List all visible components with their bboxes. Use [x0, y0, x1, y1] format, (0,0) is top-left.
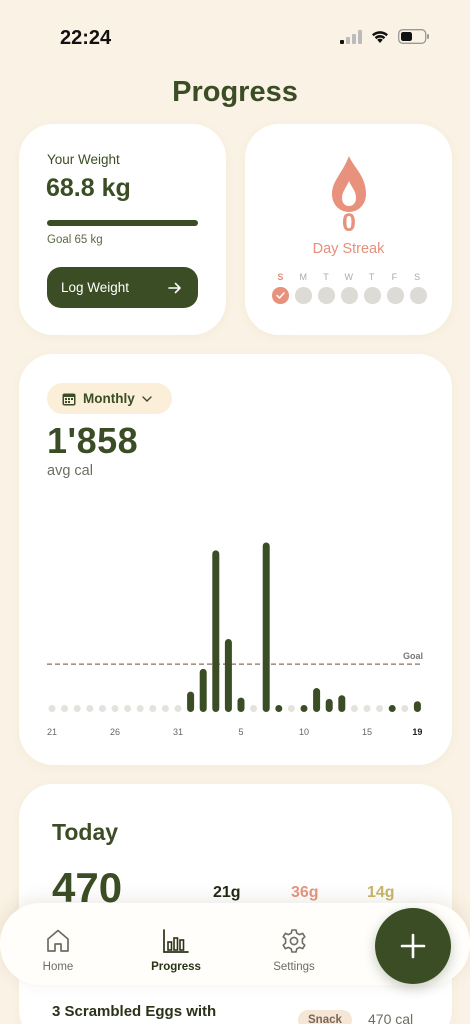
plus-icon [400, 933, 426, 959]
fat-value: 14g [367, 884, 395, 901]
bar-chart-icon [163, 929, 189, 953]
x-tick-label: 31 [173, 727, 183, 737]
streak-day-empty [387, 287, 404, 304]
chart-bar[interactable] [212, 550, 220, 712]
weekday-letter: T [368, 272, 375, 282]
chart-bar[interactable] [300, 705, 308, 712]
weekday-letter: S [277, 272, 284, 282]
weekday-letter: F [391, 272, 398, 282]
log-weight-label: Log Weight [61, 280, 130, 295]
x-tick-label: 5 [238, 727, 243, 737]
streak-count: 0 [342, 209, 356, 234]
x-tick-label: 10 [299, 727, 309, 737]
streak-day-empty [410, 287, 427, 304]
chart-bar[interactable] [413, 701, 421, 712]
streak-day-empty [364, 287, 381, 304]
page-title: Progress [172, 76, 298, 108]
chart-bar[interactable] [262, 542, 270, 712]
goal-label: Goal [403, 651, 423, 661]
weekday-letter: T [323, 272, 329, 282]
check-icon [276, 292, 285, 299]
x-tick-label: 21 [47, 727, 57, 737]
chart-bar[interactable] [338, 695, 346, 712]
status-bar: 22:24 [0, 0, 470, 74]
weekday-letter: S [414, 272, 421, 282]
chart-empty-dot [401, 705, 409, 712]
chart-bar[interactable] [313, 688, 321, 712]
nav-progress[interactable]: Progress [136, 903, 216, 985]
flame-icon: 0 [332, 156, 366, 234]
x-tick-label: 15 [362, 727, 372, 737]
chart-bar[interactable] [388, 705, 396, 712]
chart-bar[interactable] [325, 698, 333, 712]
chart-empty-dot [124, 705, 132, 712]
signal-icon [340, 29, 362, 44]
nav-home[interactable]: Home [18, 903, 98, 985]
chart-empty-dot [350, 705, 358, 712]
chart-bar[interactable] [199, 668, 207, 712]
chart-bar[interactable] [237, 697, 245, 712]
log-weight-button[interactable]: Log Weight [47, 267, 198, 308]
chart-empty-dot [376, 705, 384, 712]
home-icon [47, 929, 69, 952]
streak-card: 0 Day Streak S M T W T F S [245, 124, 452, 335]
chart-empty-dot [86, 705, 94, 712]
weight-value: 68.8 kg [46, 174, 131, 202]
battery-icon [398, 29, 429, 44]
weekday-letter: M [299, 272, 307, 282]
weight-progress-bar [47, 220, 198, 226]
nav-progress-label: Progress [151, 961, 201, 973]
streak-day-empty [295, 287, 312, 304]
chart-empty-dot [61, 705, 69, 712]
arrow-right-icon [168, 282, 181, 293]
chart-bar[interactable] [187, 691, 195, 712]
nav-settings-label: Settings [273, 961, 315, 973]
gear-icon [282, 929, 306, 953]
status-time: 22:24 [60, 27, 112, 49]
streak-label: Day Streak [312, 241, 385, 257]
chart-empty-dot [98, 705, 106, 712]
calorie-chart-card: Monthly 1'858 avg cal Goal 21 26 31 5 10 15 19 [19, 354, 452, 765]
weekday-letter: W [344, 272, 354, 282]
chart-empty-dot [48, 705, 56, 712]
x-tick-label: 26 [110, 727, 120, 737]
weight-label: Your Weight [47, 152, 120, 167]
chart-empty-dot [287, 705, 295, 712]
weight-card: Your Weight 68.8 kg Goal 65 kg Log Weigh… [19, 124, 226, 335]
week-letters: S M T W T F S [269, 272, 429, 282]
nav-settings[interactable]: Settings [254, 903, 334, 985]
x-tick-label: 19 [412, 727, 422, 737]
chart-empty-dot [250, 705, 258, 712]
week-dots [272, 287, 427, 304]
weight-goal: Goal 65 kg [47, 234, 103, 246]
today-title: Today [52, 819, 119, 845]
wifi-icon [372, 30, 388, 43]
meal-list-item[interactable]: 3 Scrambled Eggs with Snack 470 cal [0, 1000, 470, 1024]
add-entry-button[interactable] [375, 908, 451, 984]
streak-day-empty [318, 287, 335, 304]
chart-empty-dot [136, 705, 144, 712]
chart-empty-dot [161, 705, 169, 712]
chart-bar[interactable] [275, 705, 283, 712]
calorie-bar-chart: Goal 21 26 31 5 10 15 19 [47, 542, 423, 737]
chart-empty-dot [73, 705, 81, 712]
chart-bar[interactable] [224, 638, 232, 712]
carbs-value: 36g [291, 884, 319, 901]
meal-type-badge: Snack [298, 1010, 352, 1024]
streak-day-empty [341, 287, 358, 304]
chart-empty-dot [174, 705, 182, 712]
nav-home-label: Home [42, 961, 74, 973]
chart-empty-dot [111, 705, 119, 712]
streak-day-done [272, 287, 289, 304]
chart-empty-dot [149, 705, 157, 712]
status-icons [340, 29, 430, 44]
meal-calories: 470 cal [368, 1011, 414, 1024]
meal-name: 3 Scrambled Eggs with [52, 1003, 217, 1020]
protein-value: 21g [213, 884, 241, 901]
chart-empty-dot [363, 705, 371, 712]
